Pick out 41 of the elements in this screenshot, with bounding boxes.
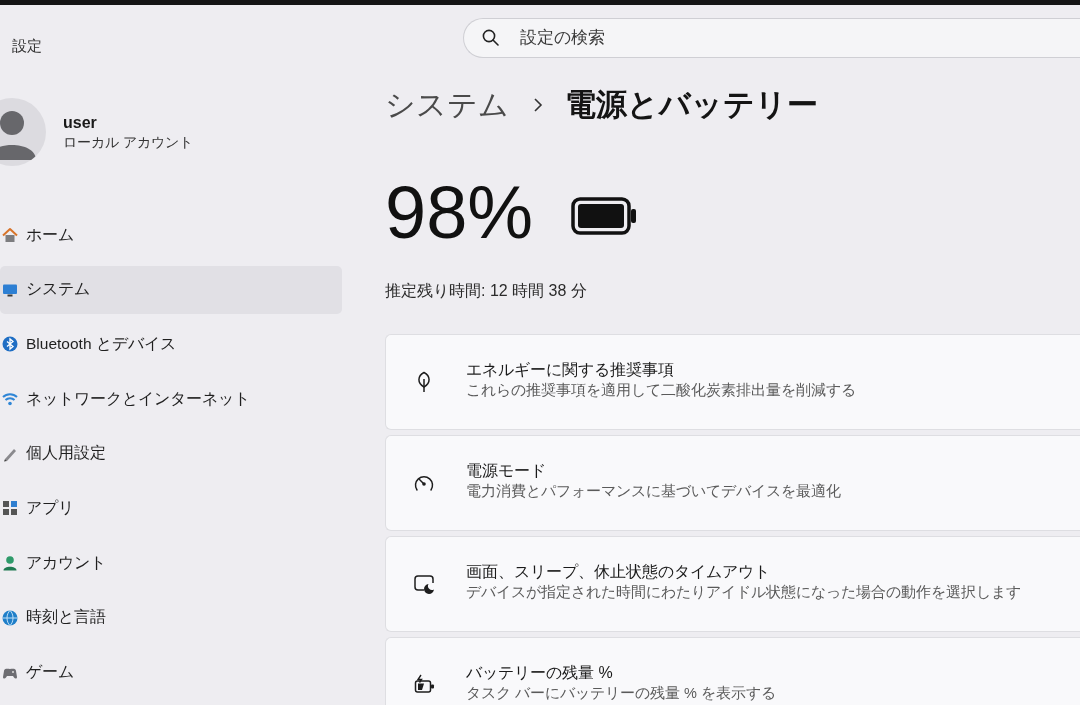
avatar-icon [0, 98, 46, 166]
nav-item[interactable]: 個人用設定 [0, 429, 342, 478]
apps-grid-icon [2, 500, 18, 517]
nav-item[interactable]: 時刻と言語 [0, 593, 342, 642]
card-title: バッテリーの残量 % [466, 663, 614, 683]
card-description: これらの推奨事項を適用して二酸化炭素排出量を削減する [466, 381, 856, 400]
person-icon [2, 555, 18, 572]
account-type: ローカル アカウント [63, 133, 193, 152]
search-icon [482, 29, 499, 46]
nav-item[interactable]: アプリ [0, 484, 342, 533]
window-title: 設定 [12, 37, 42, 55]
battery-bolt-icon [413, 674, 435, 696]
card-title: 電源モード [466, 461, 547, 481]
page-title: 電源とバッテリー [565, 86, 818, 124]
home-icon [2, 227, 18, 243]
nav-item[interactable]: Bluetooth とデバイス [0, 320, 342, 369]
nav-item[interactable]: システム [0, 265, 342, 314]
nav-item[interactable]: ネットワークとインターネット [0, 375, 342, 424]
card-description: タスク バーにバッテリーの残量 % を表示する [466, 684, 776, 703]
account-name: user [63, 112, 98, 133]
wifi-icon [2, 391, 18, 408]
remaining-time: 推定残り時間: 12 時間 38 分 [385, 281, 587, 301]
globe-icon [2, 609, 18, 626]
nav-item[interactable]: ホーム [0, 211, 342, 259]
settings-card[interactable]: バッテリーの残量 % タスク バーにバッテリーの残量 % を表示する [385, 637, 1080, 705]
nav-item[interactable]: アカウント [0, 539, 342, 588]
card-title: エネルギーに関する推奨事項 [466, 360, 675, 380]
chevron-icon [533, 97, 543, 113]
breadcrumb-link[interactable]: システム [385, 85, 509, 125]
settings-card[interactable]: 画面、スリープ、休止状態のタイムアウト デバイスが指定された時間にわたりアイドル状態になった場合の動作を選択します [385, 536, 1080, 632]
card-description: 電力消費とパフォーマンスに基づいてデバイスを最適化 [466, 482, 841, 501]
battery-icon [571, 197, 638, 235]
settings-card[interactable]: 電源モード 電力消費とパフォーマンスに基づいてデバイスを最適化 [385, 435, 1080, 531]
screen-moon-icon [413, 573, 435, 595]
bluetooth-icon [2, 336, 18, 353]
card-title: 画面、スリープ、休止状態のタイムアウト [466, 562, 771, 582]
nav-item[interactable]: ゲーム [0, 648, 342, 697]
card-description: デバイスが指定された時間にわたりアイドル状態になった場合の動作を選択します [466, 583, 1021, 602]
battery-percentage: 98% [385, 176, 534, 250]
settings-card[interactable]: エネルギーに関する推奨事項 これらの推奨事項を適用して二酸化炭素排出量を削減する [385, 334, 1080, 430]
search-field[interactable]: 設定の検索 [463, 18, 1080, 58]
